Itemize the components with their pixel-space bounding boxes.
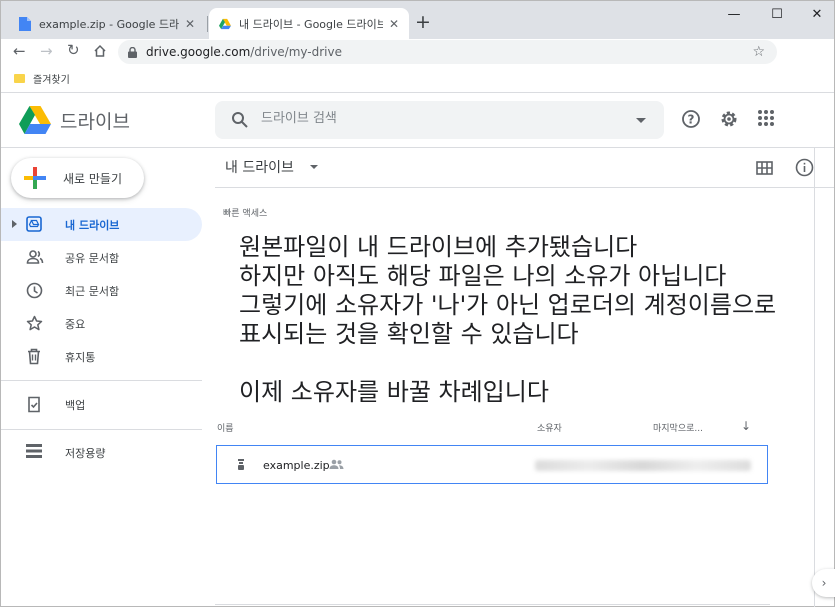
svg-text:?: ? — [688, 113, 695, 127]
apps-grid-icon[interactable] — [757, 109, 775, 127]
owner-redacted — [535, 460, 751, 471]
sidebar-item-label: 공유 문서함 — [65, 252, 120, 265]
browser-window: example.zip - Google 드라이브 ✕ 내 드라이브 - Goo… — [0, 0, 835, 607]
column-header-name[interactable]: 이름 — [217, 421, 234, 434]
forward-arrow-icon[interactable]: → — [40, 42, 53, 60]
browser-toolbar: ← → ↻ drive.google.com/drive/my-drive ☆ — [1, 39, 834, 65]
lock-icon — [128, 46, 137, 58]
zip-file-icon — [238, 459, 244, 470]
star-icon — [26, 315, 43, 331]
docs-file-icon — [19, 16, 31, 31]
file-name[interactable]: example.zip — [263, 459, 330, 472]
trash-icon — [28, 348, 40, 365]
my-drive-icon — [26, 216, 42, 232]
page-title[interactable]: 내 드라이브 — [225, 157, 294, 177]
shared-people-icon — [329, 459, 344, 469]
new-tab-button[interactable]: + — [415, 11, 431, 33]
sort-arrow-icon[interactable]: ↓ — [741, 419, 751, 433]
sidebar-item-shared[interactable]: 공유 문서함 — [1, 241, 202, 274]
table-row[interactable]: example.zip — [216, 445, 768, 484]
sidebar-item-recent[interactable]: 최근 문서함 — [1, 274, 202, 307]
header-divider — [215, 187, 834, 188]
annotation-line: 그렇기에 소유자가 '나'가 아닌 업로더의 계정이름으로 — [239, 291, 777, 319]
search-options-icon[interactable] — [636, 118, 646, 123]
tab-example-zip[interactable]: example.zip - Google 드라이브 ✕ — [9, 8, 205, 39]
annotation-line: 이제 소유자를 바꿀 차례입니다 — [239, 378, 549, 406]
tab-title: 내 드라이브 - Google 드라이브 — [239, 17, 383, 31]
list-divider — [215, 604, 770, 605]
tab-my-drive[interactable]: 내 드라이브 - Google 드라이브 ✕ — [209, 8, 409, 39]
address-bar[interactable]: drive.google.com/drive/my-drive ☆ — [118, 40, 777, 64]
minimize-button[interactable]: — — [714, 3, 754, 27]
help-icon[interactable]: ? — [681, 109, 701, 129]
sidebar-item-backup[interactable]: 백업 — [1, 388, 202, 421]
drive-favicon-icon — [219, 18, 231, 29]
search-input[interactable] — [261, 111, 621, 126]
search-bar[interactable] — [215, 101, 664, 139]
tab-divider — [207, 16, 208, 32]
grid-view-icon[interactable] — [756, 161, 773, 175]
sidebar-item-my-drive[interactable]: 내 드라이브 — [1, 208, 202, 241]
tab-close-icon[interactable]: ✕ — [185, 17, 195, 31]
home-icon[interactable] — [93, 44, 107, 58]
sidebar-divider — [1, 429, 202, 430]
storage-icon — [26, 444, 42, 458]
sidebar-item-trash[interactable]: 휴지통 — [1, 340, 202, 373]
sidebar-item-storage[interactable]: 저장용량 — [1, 436, 202, 469]
backup-icon — [28, 396, 40, 413]
folder-icon — [14, 74, 25, 83]
plus-icon — [24, 167, 46, 189]
sidebar-item-label: 휴지통 — [65, 351, 96, 364]
annotation-text: 원본파일이 내 드라이브에 추가됐습니다 하지만 아직도 해당 파일은 나의 소… — [239, 233, 829, 407]
side-panel-divider — [814, 148, 815, 607]
settings-gear-icon[interactable] — [719, 109, 739, 129]
sidebar-item-label: 저장용량 — [65, 447, 106, 460]
chevron-right-icon: › — [821, 576, 827, 590]
bookmark-star-icon[interactable]: ☆ — [752, 44, 765, 60]
tab-title: example.zip - Google 드라이브 — [39, 17, 179, 31]
column-header-modified[interactable]: 마지막으로... — [653, 421, 703, 434]
annotation-line: 표시되는 것을 확인할 수 있습니다 — [239, 320, 579, 348]
sidebar-divider — [1, 380, 202, 381]
maximize-button[interactable]: ☐ — [757, 3, 797, 27]
new-button-label: 새로 만들기 — [63, 172, 123, 186]
shared-people-icon — [26, 250, 44, 264]
bookmarks-bar: 즐겨찾기 — [1, 65, 834, 93]
info-icon[interactable] — [795, 158, 814, 177]
sidebar-item-starred[interactable]: 중요 — [1, 307, 202, 340]
annotation-line: 원본파일이 내 드라이브에 추가됐습니다 — [239, 233, 638, 261]
new-button[interactable]: 새로 만들기 — [11, 158, 144, 198]
search-icon[interactable] — [231, 111, 249, 129]
sidebar-item-label: 백업 — [65, 399, 86, 412]
quick-access-heading: 빠른 액세스 — [223, 209, 268, 219]
url-host: drive.google.com — [146, 45, 251, 59]
annotation-line: 하지만 아직도 해당 파일은 나의 소유가 아닙니다 — [239, 262, 727, 290]
sidebar-item-label: 내 드라이브 — [65, 219, 120, 232]
tab-strip: example.zip - Google 드라이브 ✕ 내 드라이브 - Goo… — [1, 1, 834, 39]
expand-arrow-icon[interactable] — [12, 220, 17, 228]
clock-icon — [26, 282, 43, 299]
close-window-button[interactable]: ✕ — [797, 3, 835, 27]
title-dropdown-icon[interactable] — [310, 165, 318, 169]
reload-icon[interactable]: ↻ — [67, 41, 80, 59]
bookmark-folder[interactable]: 즐겨찾기 — [33, 71, 70, 86]
app-title: 드라이브 — [60, 111, 130, 133]
sidebar-item-label: 중요 — [65, 318, 86, 331]
sidebar-item-label: 최근 문서함 — [65, 285, 120, 298]
back-arrow-icon[interactable]: ← — [13, 42, 26, 60]
drive-logo-icon[interactable] — [19, 106, 51, 134]
drive-header: 드라이브 ? — [1, 94, 834, 148]
url-path: /drive/my-drive — [250, 45, 342, 59]
side-panel-toggle[interactable]: › — [812, 569, 835, 597]
annotation-line — [239, 349, 829, 378]
tab-close-icon[interactable]: ✕ — [389, 17, 399, 31]
column-header-owner[interactable]: 소유자 — [537, 421, 562, 434]
